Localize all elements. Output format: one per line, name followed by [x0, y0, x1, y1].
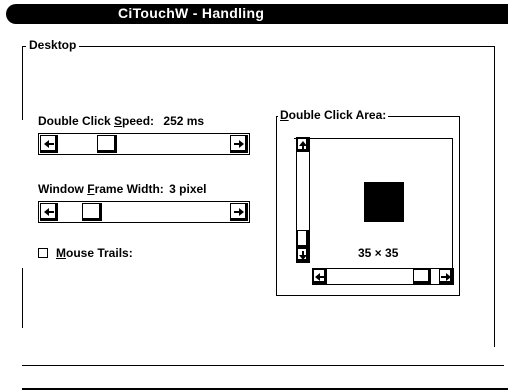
mouse-trails-checkbox[interactable]: [38, 248, 48, 258]
window-frame-width-label: Window Frame Width: 3 pixel: [38, 182, 207, 196]
right-arrow-icon: [239, 208, 244, 216]
speed-scroll-left-button[interactable]: [40, 135, 58, 153]
frame-scroll-left-button[interactable]: [40, 203, 58, 221]
arrow-stem: [49, 211, 54, 213]
speed-scroll-right-button[interactable]: [230, 135, 248, 153]
click-area-vertical-scrollbar[interactable]: [296, 137, 310, 263]
desktop-group-left-edge-bottom: [22, 268, 23, 328]
click-area-size-text: 35 × 35: [358, 246, 399, 260]
double-click-speed-slider[interactable]: [38, 133, 250, 155]
double-click-area-label: Double Click Area:: [278, 108, 389, 122]
desktop-group-label: Desktop: [26, 38, 80, 52]
arrow-stem: [49, 143, 54, 145]
click-area-square: [364, 182, 404, 222]
click-area-scroll-left-button[interactable]: [313, 269, 327, 284]
desktop-group-left-edge-top: [22, 46, 23, 120]
double-click-speed-label: Double Click Speed: 252 ms: [38, 114, 205, 128]
mouse-trails-checkbox-row[interactable]: Mouse Trails:: [38, 246, 133, 260]
right-arrow-icon: [239, 140, 244, 148]
frame-slider-thumb[interactable]: [81, 203, 102, 221]
down-arrow-icon: [299, 254, 307, 260]
title-bar[interactable]: CiTouchW - Handling: [6, 4, 508, 24]
arrow-stem: [302, 145, 304, 150]
window-bottom-edge: [22, 388, 508, 390]
click-area-horizontal-scrollbar[interactable]: [312, 268, 454, 285]
click-area-scroll-down-button[interactable]: [297, 248, 309, 262]
right-arrow-icon: [446, 272, 451, 281]
frame-scroll-right-button[interactable]: [230, 203, 248, 221]
double-click-speed-value: 252 ms: [163, 114, 205, 128]
click-area-scroll-right-button[interactable]: [439, 269, 453, 284]
arrow-stem: [320, 275, 325, 278]
speed-slider-thumb[interactable]: [96, 135, 117, 153]
click-area-horizontal-thumb[interactable]: [413, 269, 432, 284]
click-area-vertical-thumb[interactable]: [297, 230, 309, 248]
window-frame-width-value: 3 pixel: [169, 182, 207, 196]
window-frame-width-slider[interactable]: [38, 201, 250, 223]
mouse-trails-label: Mouse Trails:: [56, 246, 133, 260]
bottom-divider: [22, 365, 504, 366]
window-title: CiTouchW - Handling: [118, 5, 265, 21]
click-area-scroll-up-button[interactable]: [297, 138, 309, 152]
